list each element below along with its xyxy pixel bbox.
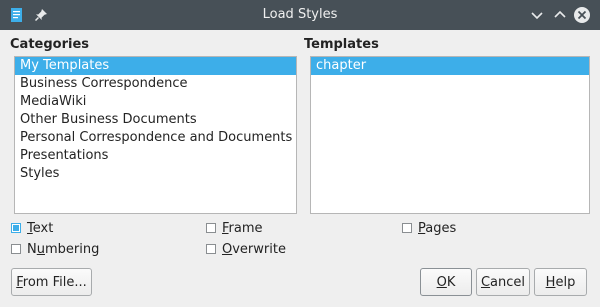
list-item[interactable]: Presentations (15, 147, 296, 165)
minimize-icon[interactable] (527, 5, 547, 25)
help-button[interactable]: Help (534, 268, 587, 296)
ok-button[interactable]: OK (420, 268, 472, 296)
checkbox-box (11, 223, 21, 233)
load-styles-dialog: Load Styles Categories My Templates Busin… (0, 0, 600, 307)
frame-checkbox[interactable]: Frame (206, 219, 263, 237)
cancel-button[interactable]: Cancel (476, 268, 530, 296)
list-item[interactable]: Styles (15, 165, 296, 183)
button-label: OK (436, 274, 456, 290)
checkbox-box (206, 244, 216, 254)
list-item[interactable]: MediaWiki (15, 93, 296, 111)
list-item[interactable]: Business Correspondence (15, 75, 296, 93)
maximize-icon[interactable] (550, 5, 570, 25)
overwrite-checkbox[interactable]: Overwrite (206, 240, 286, 258)
list-item[interactable]: chapter (311, 57, 589, 75)
categories-label: Categories (10, 37, 90, 52)
checkbox-box (206, 223, 216, 233)
templates-label: Templates (304, 37, 379, 52)
numbering-checkbox[interactable]: Numbering (11, 240, 99, 258)
from-file-button[interactable]: From File... (11, 268, 92, 296)
checkbox-label: Overwrite (222, 241, 286, 257)
pages-checkbox[interactable]: Pages (402, 219, 456, 237)
categories-list[interactable]: My Templates Business Correspondence Media… (14, 56, 297, 214)
list-item[interactable]: Personal Correspondence and Documents (15, 129, 296, 147)
templates-list[interactable]: chapter (310, 56, 590, 214)
checkbox-label: Text (27, 220, 54, 236)
list-item[interactable]: Other Business Documents (15, 111, 296, 129)
checkbox-box (11, 244, 21, 254)
text-checkbox[interactable]: Text (11, 219, 53, 237)
checkbox-label: Pages (418, 220, 457, 236)
title-bar: Load Styles (0, 0, 600, 30)
window-title: Load Styles (262, 7, 338, 22)
button-label: Help (545, 274, 576, 290)
button-label: From File... (16, 274, 87, 290)
list-item[interactable]: My Templates (15, 57, 296, 75)
checkbox-label: Frame (222, 220, 263, 236)
checkbox-label: Numbering (27, 241, 100, 257)
checkbox-box (402, 223, 412, 233)
close-icon[interactable] (572, 5, 592, 25)
button-label: Cancel (480, 274, 526, 290)
